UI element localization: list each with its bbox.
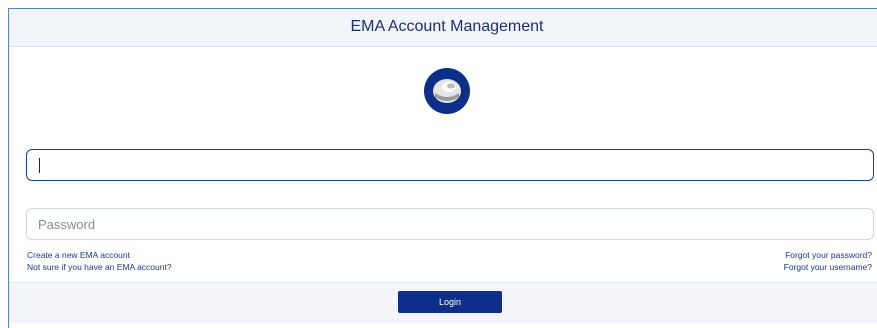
login-panel: EMA Account Management Create a new EMA … — [8, 8, 877, 328]
password-input[interactable] — [26, 208, 874, 240]
username-input[interactable] — [26, 149, 874, 181]
form-footer: Login — [9, 282, 877, 323]
page-title: EMA Account Management — [9, 9, 877, 47]
forgot-username-link[interactable]: Forgot your username? — [784, 262, 872, 272]
text-cursor — [39, 158, 40, 173]
ema-logo-icon — [424, 68, 470, 114]
create-account-link[interactable]: Create a new EMA account — [27, 250, 130, 260]
forgot-password-link[interactable]: Forgot your password? — [785, 250, 872, 260]
login-button[interactable]: Login — [398, 291, 502, 313]
not-sure-account-link[interactable]: Not sure if you have an EMA account? — [27, 262, 172, 272]
